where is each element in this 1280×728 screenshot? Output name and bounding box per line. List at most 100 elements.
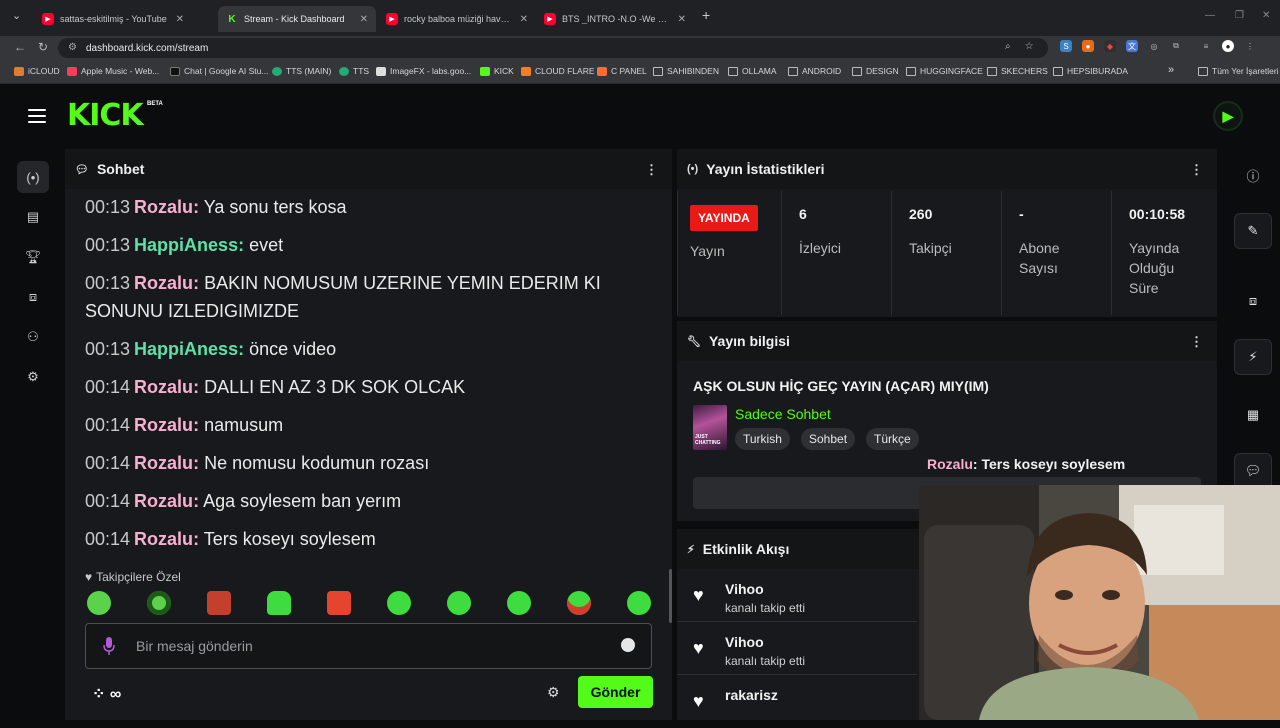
info-menu-icon[interactable]: ⋮ bbox=[1190, 334, 1203, 350]
restore-icon[interactable]: ❐ bbox=[1235, 10, 1244, 21]
chat-scrollbar[interactable] bbox=[669, 569, 672, 623]
category-thumbnail[interactable]: JUST CHATTING bbox=[693, 405, 727, 450]
emote[interactable] bbox=[267, 591, 291, 615]
message-username[interactable]: Rozalu bbox=[134, 273, 193, 293]
new-tab-icon[interactable]: + bbox=[702, 7, 710, 23]
info-button[interactable]: ⓘ bbox=[1234, 157, 1272, 193]
bookmark-folder-sahibinden[interactable]: SAHIBINDEN bbox=[653, 66, 719, 76]
translate-icon[interactable]: 文 bbox=[1126, 40, 1138, 52]
message-username[interactable]: Rozalu bbox=[134, 529, 193, 549]
extension-icon[interactable]: ◎ bbox=[1148, 40, 1160, 52]
site-info-icon[interactable]: ⚙ bbox=[68, 42, 77, 53]
achievements-nav-button[interactable]: 🏆︎ bbox=[17, 241, 49, 273]
emote[interactable] bbox=[627, 591, 651, 615]
hamburger-menu-icon[interactable] bbox=[28, 109, 46, 123]
url-field[interactable]: ⚙ dashboard.kick.com/stream bbox=[58, 38, 1048, 58]
activity-item[interactable]: ♥ Vihoo kanalı takip etti bbox=[677, 622, 917, 675]
close-tab-icon[interactable]: ✕ bbox=[678, 14, 686, 25]
browser-tab-kick[interactable]: K Stream - Kick Dashboard ✕ bbox=[218, 6, 376, 32]
message-username[interactable]: Rozalu bbox=[134, 377, 193, 397]
menu-dots-icon[interactable]: ⋮ bbox=[1244, 40, 1256, 52]
bookmark-google-ai[interactable]: Chat | Google AI Stu... bbox=[170, 66, 268, 76]
clips-nav-button[interactable]: ⧈ bbox=[17, 281, 49, 313]
microphone-icon[interactable] bbox=[102, 636, 116, 656]
extension-icon[interactable]: ● bbox=[1082, 40, 1094, 52]
emoji-icon[interactable] bbox=[621, 638, 635, 652]
stats-menu-icon[interactable]: ⋮ bbox=[1190, 162, 1203, 178]
bookmark-tts-main[interactable]: TTS (MAIN) bbox=[272, 66, 331, 76]
extension-icon[interactable]: ◆ bbox=[1104, 40, 1116, 52]
tag-pill[interactable]: Türkçe bbox=[866, 428, 919, 450]
chat-message[interactable]: 00:14 Rozalu: DALLI EN AZ 3 DK SOK OLCAK bbox=[85, 373, 645, 401]
chat-message[interactable]: 00:13 Rozalu: BAKIN NOMUSUM UZERINE YEMIN… bbox=[85, 269, 645, 325]
notes-button[interactable]: ▦ bbox=[1234, 397, 1272, 433]
send-button[interactable]: Gönder bbox=[578, 676, 653, 708]
message-username[interactable]: HappiAness bbox=[134, 235, 238, 255]
chat-status[interactable]: ⁘ ∞ bbox=[92, 684, 121, 704]
community-nav-button[interactable]: ⚇ bbox=[17, 321, 49, 353]
bookmark-imagefx[interactable]: ImageFX - labs.goo... bbox=[376, 66, 471, 76]
tab-list-icon[interactable]: ⌄ bbox=[12, 9, 21, 22]
tag-pill[interactable]: Turkish bbox=[735, 428, 790, 450]
bookmark-kick[interactable]: KICK bbox=[480, 66, 514, 76]
message-username[interactable]: Rozalu bbox=[134, 491, 193, 511]
browser-tab-rocky[interactable]: ▶ rocky balboa müziği havalı döv ✕ bbox=[378, 6, 536, 32]
close-tab-icon[interactable]: ✕ bbox=[176, 14, 184, 25]
message-username[interactable]: Rozalu bbox=[134, 197, 193, 217]
chat-input[interactable]: Bir mesaj gönderin bbox=[85, 623, 652, 669]
close-window-icon[interactable]: ✕ bbox=[1262, 10, 1270, 21]
user-avatar[interactable]: ▶ bbox=[1213, 101, 1243, 131]
bookmark-folder-hepsiburada[interactable]: HEPSIBURADA bbox=[1053, 66, 1128, 76]
bookmark-cloudflare[interactable]: CLOUD FLARE bbox=[521, 66, 595, 76]
emote[interactable] bbox=[87, 591, 111, 615]
activity-item[interactable]: ♥ Vihoo kanalı takip etti bbox=[677, 569, 917, 622]
kick-logo[interactable]: KICK bbox=[67, 101, 144, 131]
analytics-nav-button[interactable]: ▤ bbox=[17, 201, 49, 233]
zoom-icon[interactable]: ⌕ bbox=[1005, 41, 1011, 52]
reload-icon[interactable]: ↻ bbox=[38, 40, 48, 54]
emote[interactable] bbox=[507, 591, 531, 615]
tag-pill[interactable]: Sohbet bbox=[801, 428, 856, 450]
chat-message[interactable]: 00:14 Rozalu: Aga soylesem ban yerım bbox=[85, 487, 645, 515]
settings-nav-button[interactable]: ⚙ bbox=[17, 361, 49, 393]
chat-toggle-button[interactable]: 💬︎ bbox=[1234, 453, 1272, 489]
chat-message[interactable]: 00:14 Rozalu: Ters koseyı soylesem bbox=[85, 525, 645, 553]
bookmark-cpanel[interactable]: C PANEL bbox=[597, 66, 647, 76]
bookmark-folder-design[interactable]: DESIGN bbox=[852, 66, 899, 76]
bookmark-star-icon[interactable]: ☆ bbox=[1025, 41, 1034, 52]
message-username[interactable]: Rozalu bbox=[134, 415, 193, 435]
activity-item[interactable]: ♥ rakarisz bbox=[677, 675, 917, 728]
chat-message[interactable]: 00:13 Rozalu: Ya sonu ters kosa bbox=[85, 193, 645, 221]
chat-message[interactable]: 00:14 Rozalu: Ne nomusu kodumun rozası bbox=[85, 449, 645, 477]
bookmark-folder-huggingface[interactable]: HUGGINGFACE bbox=[906, 66, 983, 76]
clip-button[interactable]: ⧈ bbox=[1234, 283, 1272, 319]
bookmark-folder-android[interactable]: ANDROID bbox=[788, 66, 841, 76]
chat-message[interactable]: 00:13 HappiAness: evet bbox=[85, 231, 645, 259]
bookmark-folder-skechers[interactable]: SKECHERS bbox=[987, 66, 1048, 76]
chat-message[interactable]: 00:13 HappiAness: önce video bbox=[85, 335, 645, 363]
message-username[interactable]: Rozalu bbox=[134, 453, 193, 473]
browser-tab-youtube[interactable]: ▶ sattas-eskitilmiş - YouTube ✕ bbox=[34, 6, 192, 32]
chat-settings-icon[interactable]: ⚙ bbox=[547, 684, 560, 701]
bookmark-tts[interactable]: TTS bbox=[339, 66, 369, 76]
emote[interactable] bbox=[207, 591, 231, 615]
bookmark-icloud[interactable]: iCLOUD bbox=[14, 66, 60, 76]
quick-actions-button[interactable]: ⚡︎ bbox=[1234, 339, 1272, 375]
bookmark-folder-ollama[interactable]: OLLAMA bbox=[728, 66, 777, 76]
media-icon[interactable]: ≡ bbox=[1200, 40, 1212, 52]
profile-avatar-icon[interactable]: ● bbox=[1222, 40, 1234, 52]
browser-tab-bts[interactable]: ▶ BTS _INTRO -N.O -We are bulle ✕ bbox=[536, 6, 694, 32]
bookmarks-overflow-button[interactable]: » bbox=[1168, 64, 1174, 76]
emote[interactable] bbox=[147, 591, 171, 615]
emote[interactable] bbox=[327, 591, 351, 615]
minimize-icon[interactable]: — bbox=[1205, 10, 1215, 21]
emote[interactable] bbox=[387, 591, 411, 615]
emote[interactable] bbox=[567, 591, 591, 615]
emote[interactable] bbox=[447, 591, 471, 615]
extension-icon[interactable]: S bbox=[1060, 40, 1072, 52]
all-bookmarks[interactable]: Tüm Yer İşaretleri bbox=[1198, 66, 1279, 76]
chat-message[interactable]: 00:14 Rozalu: namusum bbox=[85, 411, 645, 439]
close-tab-icon[interactable]: ✕ bbox=[360, 14, 368, 25]
back-icon[interactable]: ← bbox=[14, 40, 26, 54]
message-username[interactable]: HappiAness bbox=[134, 339, 238, 359]
